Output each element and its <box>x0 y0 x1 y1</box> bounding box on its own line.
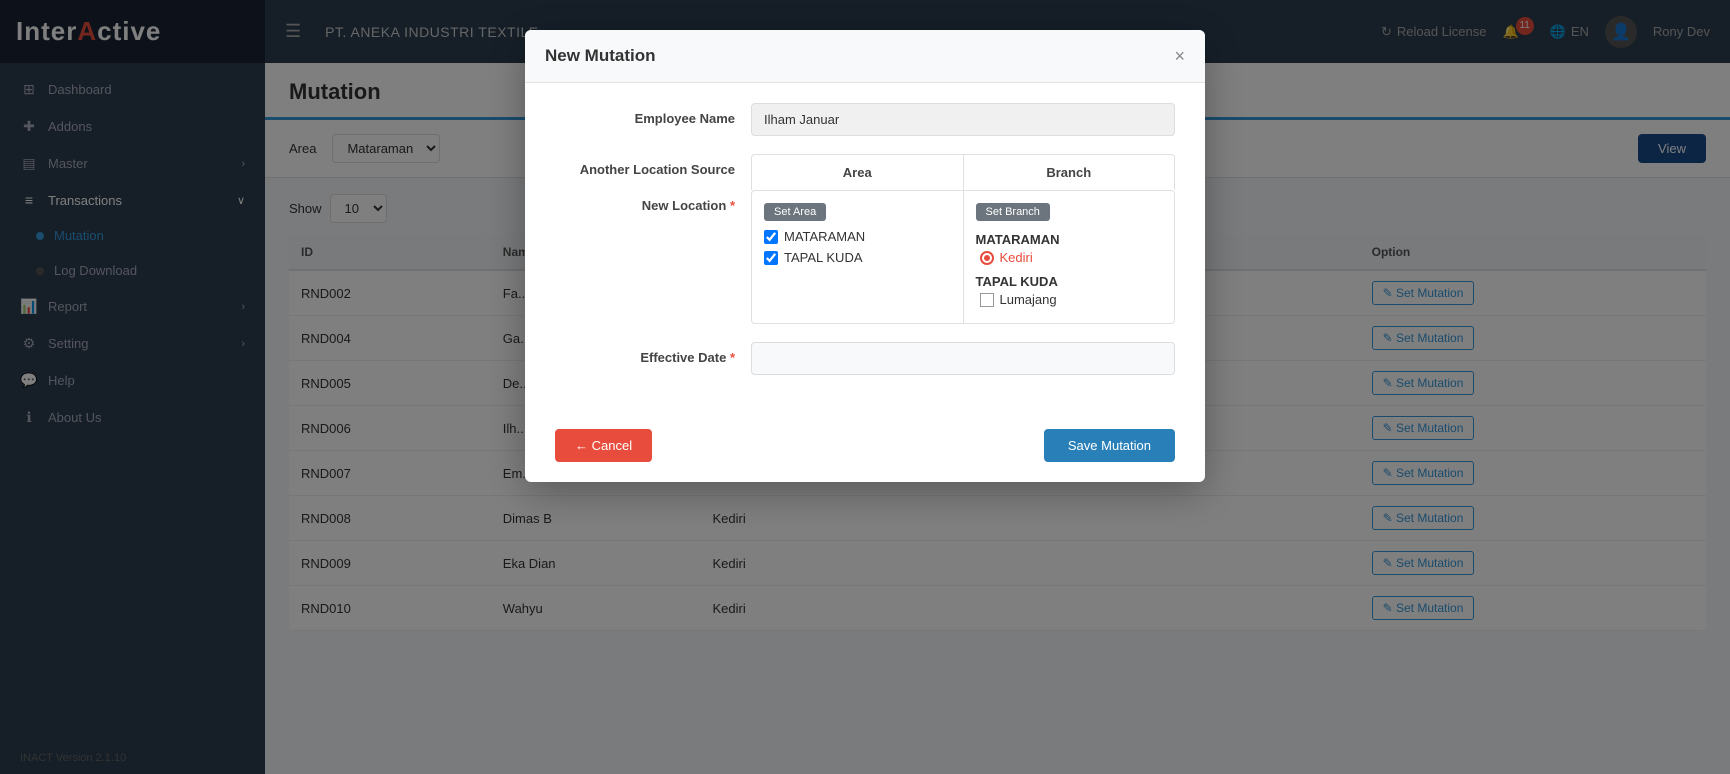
effective-date-required: * <box>730 350 735 365</box>
area-column: Set Area MATARAMAN TAPAL KUDA <box>752 191 964 323</box>
effective-date-label: Effective Date * <box>555 342 735 365</box>
location-columns: Set Area MATARAMAN TAPAL KUDA Set Branch <box>751 190 1175 324</box>
another-location-row: Another Location Source Area Branch <box>555 154 1175 190</box>
branch-tapalkuda-subs: Lumajang <box>976 292 1163 307</box>
employee-name-input[interactable] <box>751 103 1175 136</box>
branch-kediri-label: Kediri <box>1000 250 1033 265</box>
area-tapalkuda-label: TAPAL KUDA <box>784 250 863 265</box>
modal-footer: ← Cancel Save Mutation <box>525 413 1205 482</box>
another-location-label: Another Location Source <box>555 154 735 177</box>
area-col-header: Area <box>752 155 964 190</box>
branch-lumajang-item: Lumajang <box>980 292 1163 307</box>
employee-name-label: Employee Name <box>555 103 735 126</box>
required-marker: * <box>730 198 735 213</box>
area-tapalkuda-checkbox[interactable] <box>764 251 778 265</box>
new-mutation-modal: New Mutation × Employee Name Another Loc… <box>525 30 1205 482</box>
cancel-button[interactable]: ← Cancel <box>555 429 652 462</box>
modal-body: Employee Name Another Location Source Ar… <box>525 83 1205 413</box>
new-location-row: New Location * Set Area MATARAMAN TAPAL … <box>555 190 1175 324</box>
checkbox-lumajang[interactable] <box>980 293 994 307</box>
modal-title: New Mutation <box>545 46 656 66</box>
effective-date-row: Effective Date * <box>555 342 1175 375</box>
branch-kediri-item: Kediri <box>980 250 1163 265</box>
area-mataraman-item: MATARAMAN <box>764 229 951 244</box>
new-location-label: New Location * <box>555 190 735 213</box>
set-branch-button[interactable]: Set Branch <box>976 203 1050 221</box>
branch-mataraman-header: MATARAMAN <box>976 229 1163 250</box>
modal-overlay: New Mutation × Employee Name Another Loc… <box>0 0 1730 774</box>
set-area-button[interactable]: Set Area <box>764 203 826 221</box>
branch-col-header: Branch <box>964 155 1175 190</box>
radio-kediri[interactable] <box>980 251 994 265</box>
branch-lumajang-label: Lumajang <box>1000 292 1057 307</box>
save-mutation-button[interactable]: Save Mutation <box>1044 429 1175 462</box>
area-mataraman-checkbox[interactable] <box>764 230 778 244</box>
branch-column: Set Branch MATARAMAN Kediri TAPAL KUDA <box>964 191 1175 323</box>
modal-close-button[interactable]: × <box>1174 47 1185 65</box>
effective-date-input[interactable] <box>751 342 1175 375</box>
area-tapalkuda-item: TAPAL KUDA <box>764 250 951 265</box>
area-mataraman-label: MATARAMAN <box>784 229 865 244</box>
employee-name-row: Employee Name <box>555 103 1175 136</box>
branch-tapalkuda-header: TAPAL KUDA <box>976 271 1163 292</box>
modal-header: New Mutation × <box>525 30 1205 83</box>
branch-mataraman-subs: Kediri <box>976 250 1163 265</box>
